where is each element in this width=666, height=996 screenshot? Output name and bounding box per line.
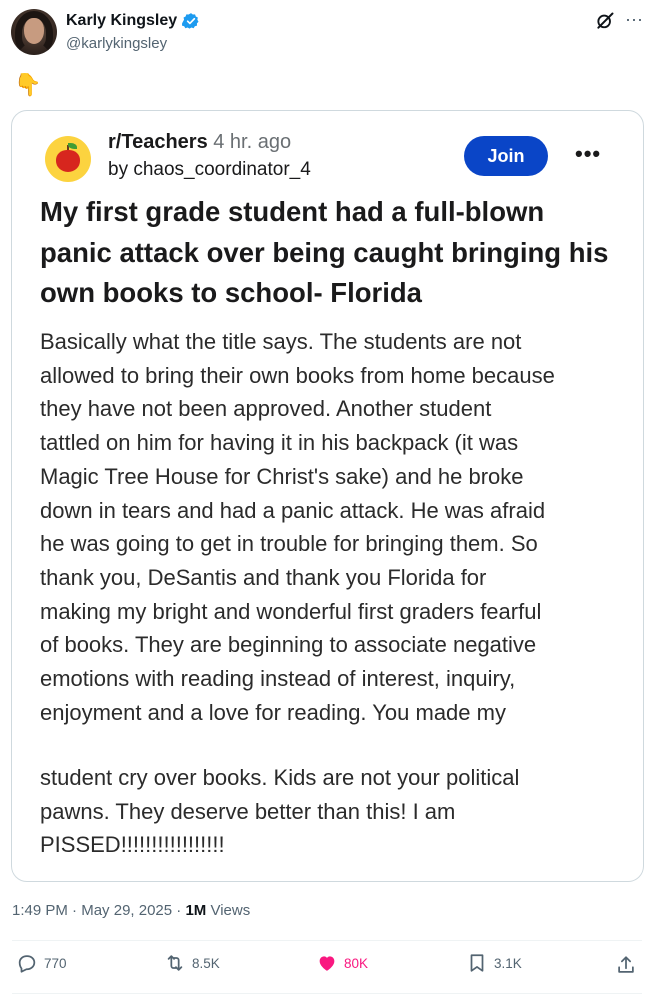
bookmark-button[interactable]: 3.1K — [466, 952, 522, 974]
post-more-icon: ••• — [575, 141, 602, 166]
author-display-name[interactable]: Karly Kingsley — [66, 12, 177, 30]
bookmark-count: 3.1K — [494, 955, 522, 971]
apple-fruit — [56, 150, 80, 172]
join-button: Join — [464, 136, 548, 176]
repost-count: 8.5K — [192, 955, 220, 971]
divider-bottom — [12, 993, 642, 994]
like-count: 80K — [344, 955, 369, 971]
tweet-meta: 1:49 PM · May 29, 2025 · 1M Views — [12, 902, 250, 919]
tweet-time[interactable]: 1:49 PM — [12, 902, 68, 919]
post-time-ago: 4 hr. ago — [213, 131, 292, 153]
divider-top — [12, 940, 642, 941]
repost-button[interactable]: 8.5K — [164, 952, 220, 974]
subreddit-name: r/Teachers — [108, 131, 208, 153]
post-author-line: by chaos_coordinator_4 — [108, 159, 311, 180]
image-seam — [12, 731, 643, 757]
post-title: My first grade student had a full-blown … — [40, 196, 609, 308]
post-body-part1: Basically what the title says. The stude… — [40, 329, 555, 725]
tweet-date[interactable]: May 29, 2025 — [81, 902, 172, 919]
meta-separator: · — [72, 902, 78, 919]
bookmark-icon — [470, 954, 484, 972]
like-icon — [319, 956, 335, 971]
author-avatar[interactable] — [11, 9, 57, 55]
views-label: Views — [210, 902, 251, 919]
reply-icon — [18, 955, 36, 973]
share-icon[interactable] — [615, 954, 637, 976]
reply-button[interactable]: 770 — [16, 952, 67, 974]
author-handle[interactable]: @karlykingsley — [66, 35, 167, 52]
avatar-face — [24, 18, 44, 44]
meta-separator-2: · — [176, 902, 182, 919]
post-body-part2: student cry over books. Kids are not you… — [40, 765, 520, 858]
grok-icon[interactable] — [595, 11, 615, 31]
subreddit-line: r/Teachers 4 hr. ago — [108, 131, 291, 154]
apple-leaf — [68, 143, 77, 149]
apple-icon — [45, 136, 91, 182]
embedded-post-card[interactable]: r/Teachers 4 hr. ago by chaos_coordinato… — [11, 110, 644, 882]
verified-badge-icon — [182, 13, 199, 29]
reply-count: 770 — [44, 955, 67, 971]
views-count: 1M — [185, 902, 207, 919]
like-button[interactable]: 80K — [316, 952, 368, 974]
repost-icon — [167, 955, 183, 971]
author-name-row: Karly Kingsley — [66, 12, 200, 30]
tweet-emoji: 👇 — [14, 72, 42, 97]
more-options-icon[interactable]: ⋯ — [625, 10, 644, 31]
